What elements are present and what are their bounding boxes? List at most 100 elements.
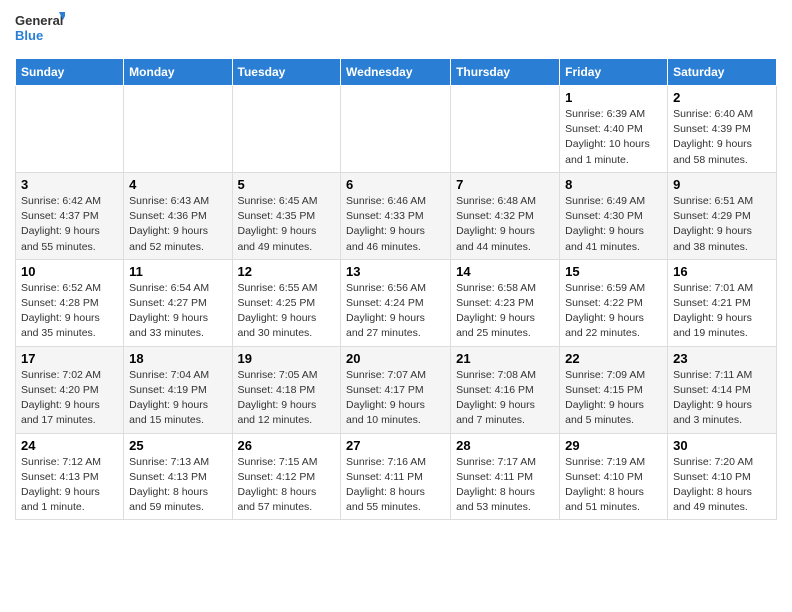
calendar-week-row: 10 Sunrise: 6:52 AMSunset: 4:28 PMDayligh… (16, 259, 777, 346)
calendar-cell: 11Sunrise: 6:54 AMSunset: 4:27 PMDayligh… (124, 259, 232, 346)
calendar-week-row: 24 Sunrise: 7:12 AMSunset: 4:13 PMDayligh… (16, 433, 777, 520)
day-info: Sunrise: 7:02 AMSunset: 4:20 PMDaylight:… (21, 368, 118, 429)
day-number: 1 (565, 90, 662, 105)
calendar-cell: 30Sunrise: 7:20 AMSunset: 4:10 PMDayligh… (668, 433, 777, 520)
calendar-cell: 9 Sunrise: 6:51 AMSunset: 4:29 PMDaylight… (668, 172, 777, 259)
day-number: 9 (673, 177, 771, 192)
day-number: 2 (673, 90, 771, 105)
calendar-cell: 2 Sunrise: 6:40 AMSunset: 4:39 PMDaylight… (668, 86, 777, 173)
calendar-cell: 3 Sunrise: 6:42 AMSunset: 4:37 PMDaylight… (16, 172, 124, 259)
calendar-cell: 18 Sunrise: 7:04 AMSunset: 4:19 PMDayligh… (124, 346, 232, 433)
calendar-cell (124, 86, 232, 173)
calendar-cell: 16 Sunrise: 7:01 AMSunset: 4:21 PMDayligh… (668, 259, 777, 346)
day-number: 4 (129, 177, 226, 192)
day-number: 13 (346, 264, 445, 279)
day-info: Sunrise: 7:15 AMSunset: 4:12 PMDaylight:… (238, 455, 336, 516)
calendar-cell: 6 Sunrise: 6:46 AMSunset: 4:33 PMDaylight… (341, 172, 451, 259)
day-info: Sunrise: 6:42 AMSunset: 4:37 PMDaylight:… (21, 194, 118, 255)
day-info: Sunrise: 6:48 AMSunset: 4:32 PMDaylight:… (456, 194, 554, 255)
calendar-cell: 8 Sunrise: 6:49 AMSunset: 4:30 PMDaylight… (560, 172, 668, 259)
day-number: 30 (673, 438, 771, 453)
day-number: 3 (21, 177, 118, 192)
day-number: 27 (346, 438, 445, 453)
calendar-header-row: SundayMondayTuesdayWednesdayThursdayFrid… (16, 59, 777, 86)
weekday-header: Sunday (16, 59, 124, 86)
day-number: 26 (238, 438, 336, 453)
day-info: Sunrise: 6:45 AMSunset: 4:35 PMDaylight:… (238, 194, 336, 255)
day-number: 15 (565, 264, 662, 279)
day-number: 21 (456, 351, 554, 366)
calendar-cell: 4 Sunrise: 6:43 AMSunset: 4:36 PMDaylight… (124, 172, 232, 259)
day-info: Sunrise: 7:17 AMSunset: 4:11 PMDaylight:… (456, 455, 554, 516)
day-info: Sunrise: 6:55 AMSunset: 4:25 PMDaylight:… (238, 281, 336, 342)
day-number: 17 (21, 351, 118, 366)
day-number: 24 (21, 438, 118, 453)
day-number: 28 (456, 438, 554, 453)
logo-svg: General Blue (15, 10, 65, 50)
day-info: Sunrise: 7:04 AMSunset: 4:19 PMDaylight:… (129, 368, 226, 429)
calendar-cell: 12 Sunrise: 6:55 AMSunset: 4:25 PMDayligh… (232, 259, 341, 346)
day-info: Sunrise: 6:56 AMSunset: 4:24 PMDaylight:… (346, 281, 445, 342)
day-number: 6 (346, 177, 445, 192)
weekday-header: Thursday (451, 59, 560, 86)
weekday-header: Saturday (668, 59, 777, 86)
calendar-cell: 24 Sunrise: 7:12 AMSunset: 4:13 PMDayligh… (16, 433, 124, 520)
calendar-cell (232, 86, 341, 173)
day-number: 14 (456, 264, 554, 279)
day-number: 29 (565, 438, 662, 453)
calendar-cell (451, 86, 560, 173)
day-number: 16 (673, 264, 771, 279)
calendar-cell: 7 Sunrise: 6:48 AMSunset: 4:32 PMDaylight… (451, 172, 560, 259)
calendar-cell: 17 Sunrise: 7:02 AMSunset: 4:20 PMDayligh… (16, 346, 124, 433)
day-number: 5 (238, 177, 336, 192)
day-info: Sunrise: 6:59 AMSunset: 4:22 PMDaylight:… (565, 281, 662, 342)
day-number: 10 (21, 264, 118, 279)
weekday-header: Wednesday (341, 59, 451, 86)
page-header: General Blue (15, 10, 777, 50)
day-info: Sunrise: 7:12 AMSunset: 4:13 PMDaylight:… (21, 455, 118, 516)
calendar-cell: 21Sunrise: 7:08 AMSunset: 4:16 PMDayligh… (451, 346, 560, 433)
day-number: 19 (238, 351, 336, 366)
calendar-cell: 13 Sunrise: 6:56 AMSunset: 4:24 PMDayligh… (341, 259, 451, 346)
weekday-header: Monday (124, 59, 232, 86)
calendar-week-row: 3 Sunrise: 6:42 AMSunset: 4:37 PMDaylight… (16, 172, 777, 259)
weekday-header: Friday (560, 59, 668, 86)
day-number: 22 (565, 351, 662, 366)
calendar-cell: 15 Sunrise: 6:59 AMSunset: 4:22 PMDayligh… (560, 259, 668, 346)
calendar-cell: 28 Sunrise: 7:17 AMSunset: 4:11 PMDayligh… (451, 433, 560, 520)
day-number: 18 (129, 351, 226, 366)
day-info: Sunrise: 6:46 AMSunset: 4:33 PMDaylight:… (346, 194, 445, 255)
calendar-cell: 23Sunrise: 7:11 AMSunset: 4:14 PMDayligh… (668, 346, 777, 433)
calendar-cell (341, 86, 451, 173)
calendar-cell: 5 Sunrise: 6:45 AMSunset: 4:35 PMDaylight… (232, 172, 341, 259)
calendar-cell: 22 Sunrise: 7:09 AMSunset: 4:15 PMDayligh… (560, 346, 668, 433)
day-info: Sunrise: 6:52 AMSunset: 4:28 PMDaylight:… (21, 281, 118, 342)
calendar-cell: 27 Sunrise: 7:16 AMSunset: 4:11 PMDayligh… (341, 433, 451, 520)
day-info: Sunrise: 6:43 AMSunset: 4:36 PMDaylight:… (129, 194, 226, 255)
calendar-cell: 29 Sunrise: 7:19 AMSunset: 4:10 PMDayligh… (560, 433, 668, 520)
calendar-table: SundayMondayTuesdayWednesdayThursdayFrid… (15, 58, 777, 520)
calendar-cell: 1 Sunrise: 6:39 AMSunset: 4:40 PMDaylight… (560, 86, 668, 173)
calendar-cell: 10 Sunrise: 6:52 AMSunset: 4:28 PMDayligh… (16, 259, 124, 346)
day-number: 12 (238, 264, 336, 279)
day-info: Sunrise: 6:49 AMSunset: 4:30 PMDaylight:… (565, 194, 662, 255)
svg-text:General: General (15, 13, 63, 28)
day-number: 7 (456, 177, 554, 192)
day-info: Sunrise: 6:51 AMSunset: 4:29 PMDaylight:… (673, 194, 771, 255)
day-info: Sunrise: 6:40 AMSunset: 4:39 PMDaylight:… (673, 107, 771, 168)
day-number: 23 (673, 351, 771, 366)
calendar-cell (16, 86, 124, 173)
day-info: Sunrise: 7:19 AMSunset: 4:10 PMDaylight:… (565, 455, 662, 516)
calendar-cell: 25Sunrise: 7:13 AMSunset: 4:13 PMDayligh… (124, 433, 232, 520)
day-number: 11 (129, 264, 226, 279)
calendar-cell: 26 Sunrise: 7:15 AMSunset: 4:12 PMDayligh… (232, 433, 341, 520)
day-info: Sunrise: 7:01 AMSunset: 4:21 PMDaylight:… (673, 281, 771, 342)
day-number: 8 (565, 177, 662, 192)
day-info: Sunrise: 6:39 AMSunset: 4:40 PMDaylight:… (565, 107, 662, 168)
day-number: 25 (129, 438, 226, 453)
calendar-week-row: 1 Sunrise: 6:39 AMSunset: 4:40 PMDaylight… (16, 86, 777, 173)
calendar-week-row: 17 Sunrise: 7:02 AMSunset: 4:20 PMDayligh… (16, 346, 777, 433)
day-info: Sunrise: 7:16 AMSunset: 4:11 PMDaylight:… (346, 455, 445, 516)
day-info: Sunrise: 6:58 AMSunset: 4:23 PMDaylight:… (456, 281, 554, 342)
day-info: Sunrise: 7:09 AMSunset: 4:15 PMDaylight:… (565, 368, 662, 429)
